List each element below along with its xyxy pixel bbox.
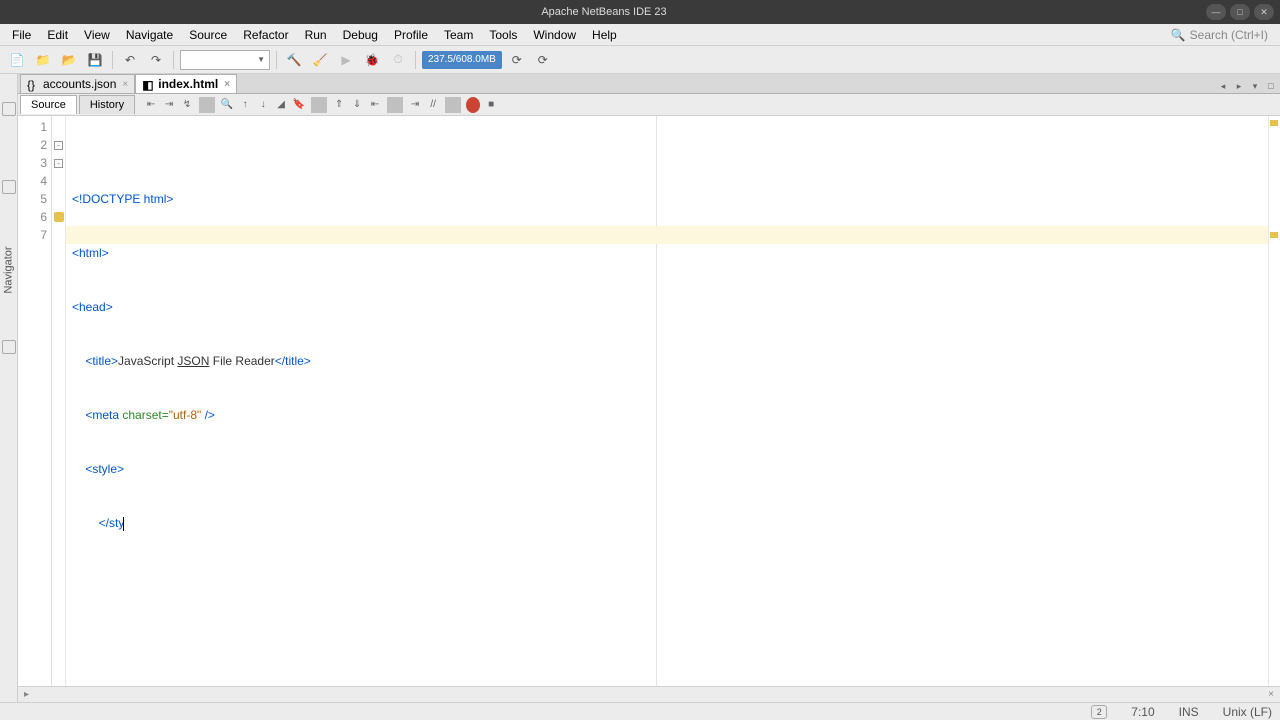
- code-content[interactable]: <!DOCTYPE html> <html> <head> <title>Jav…: [66, 116, 1268, 686]
- file-tab-index[interactable]: ◧ index.html ×: [135, 74, 237, 93]
- scroll-tabs-right-icon[interactable]: ▸: [1232, 79, 1246, 93]
- menu-help[interactable]: Help: [584, 25, 625, 45]
- clean-build-button[interactable]: 🧹: [309, 49, 331, 71]
- pause-indexing-button[interactable]: ⟳: [506, 49, 528, 71]
- search-box[interactable]: 🔍 Search (Ctrl+I): [1163, 28, 1276, 42]
- current-line-highlight: [66, 226, 1268, 244]
- menu-view[interactable]: View: [76, 25, 118, 45]
- breadcrumb-close-icon[interactable]: ×: [1268, 689, 1274, 700]
- projects-tab-icon[interactable]: [2, 102, 16, 116]
- last-edit-icon[interactable]: ↯: [179, 97, 195, 113]
- main-area: Navigator {} accounts.json × ◧ index.htm…: [0, 74, 1280, 702]
- shift-right-icon[interactable]: ⇥: [407, 97, 423, 113]
- file-tab-label: index.html: [158, 77, 218, 91]
- statusbar: 2 7:10 INS Unix (LF): [0, 702, 1280, 720]
- memory-indicator[interactable]: 237.5/608.0MB: [422, 51, 502, 69]
- json-file-icon: {}: [27, 78, 39, 90]
- close-button[interactable]: ✕: [1254, 4, 1274, 20]
- maximize-editor-icon[interactable]: □: [1264, 79, 1278, 93]
- toggle-bookmark-icon[interactable]: 🔖: [291, 97, 307, 113]
- menu-edit[interactable]: Edit: [39, 25, 76, 45]
- cursor-position: 7:10: [1131, 705, 1154, 719]
- warning-gutter-icon[interactable]: [54, 212, 64, 222]
- menu-file[interactable]: File: [4, 25, 39, 45]
- comment-icon[interactable]: //: [425, 97, 441, 113]
- fold-icon[interactable]: -: [54, 141, 63, 150]
- macro-record-icon[interactable]: [465, 97, 481, 113]
- new-project-button[interactable]: 📁: [32, 49, 54, 71]
- breadcrumb-expand-icon[interactable]: ▸: [24, 689, 29, 700]
- menu-navigate[interactable]: Navigate: [118, 25, 181, 45]
- tab-list-icon[interactable]: ▾: [1248, 79, 1262, 93]
- menu-tools[interactable]: Tools: [481, 25, 525, 45]
- warning-mark[interactable]: [1270, 232, 1278, 238]
- navigator-tab[interactable]: Navigator: [3, 246, 15, 293]
- menu-run[interactable]: Run: [297, 25, 335, 45]
- find-selection-icon[interactable]: 🔍: [219, 97, 235, 113]
- search-icon: 🔍: [1171, 28, 1186, 42]
- menubar: File Edit View Navigate Source Refactor …: [0, 24, 1280, 46]
- menu-debug[interactable]: Debug: [335, 25, 386, 45]
- profile-button[interactable]: ⏱: [387, 49, 409, 71]
- menu-team[interactable]: Team: [436, 25, 481, 45]
- html-file-icon: ◧: [142, 78, 154, 90]
- menu-profile[interactable]: Profile: [386, 25, 436, 45]
- file-tabs: {} accounts.json × ◧ index.html × ◂ ▸ ▾ …: [18, 74, 1280, 94]
- titlebar: Apache NetBeans IDE 23 — □ ✕: [0, 0, 1280, 24]
- debug-button[interactable]: 🐞: [361, 49, 383, 71]
- breadcrumb-bar: ▸ ×: [18, 686, 1280, 702]
- history-tab[interactable]: History: [79, 95, 135, 114]
- menu-window[interactable]: Window: [525, 25, 584, 45]
- file-tab-accounts[interactable]: {} accounts.json ×: [20, 74, 135, 93]
- insert-mode[interactable]: INS: [1179, 705, 1199, 719]
- file-tab-label: accounts.json: [43, 77, 116, 91]
- run-button[interactable]: ▶: [335, 49, 357, 71]
- close-tab-icon[interactable]: ×: [224, 79, 230, 90]
- text-caret: [123, 517, 124, 531]
- new-file-button[interactable]: 📄: [6, 49, 28, 71]
- nav-back-icon[interactable]: ⇤: [143, 97, 159, 113]
- find-prev-icon[interactable]: ↑: [237, 97, 253, 113]
- editor-area: {} accounts.json × ◧ index.html × ◂ ▸ ▾ …: [18, 74, 1280, 702]
- warning-mark[interactable]: [1270, 120, 1278, 126]
- open-button[interactable]: 📂: [58, 49, 80, 71]
- left-sidebar: Navigator: [0, 74, 18, 702]
- services-tab-icon[interactable]: [2, 180, 16, 194]
- line-ending[interactable]: Unix (LF): [1223, 705, 1272, 719]
- save-all-button[interactable]: 💾: [84, 49, 106, 71]
- profiler-snapshot-button[interactable]: ⟳: [532, 49, 554, 71]
- find-next-icon[interactable]: ↓: [255, 97, 271, 113]
- error-stripe[interactable]: [1268, 116, 1280, 686]
- menu-refactor[interactable]: Refactor: [235, 25, 296, 45]
- source-tab[interactable]: Source: [20, 95, 77, 114]
- next-bookmark-icon[interactable]: ⇓: [349, 97, 365, 113]
- fold-gutter: - -: [52, 116, 66, 686]
- undo-button[interactable]: ↶: [119, 49, 141, 71]
- window-title: Apache NetBeans IDE 23: [6, 6, 1202, 18]
- navigator-tab-icon[interactable]: [2, 340, 16, 354]
- editor-subtoolbar: Source History ⇤ ⇥ ↯ 🔍 ↑ ↓ ◢ 🔖 ⇑ ⇓ ⇤ ⇥ /…: [18, 94, 1280, 116]
- code-editor[interactable]: 1 2 3 4 5 6 7 - - <!DOCTYPE html>: [18, 116, 1280, 686]
- maximize-button[interactable]: □: [1230, 4, 1250, 20]
- minimize-button[interactable]: —: [1206, 4, 1226, 20]
- shift-left-icon[interactable]: ⇤: [367, 97, 383, 113]
- fold-icon[interactable]: -: [54, 159, 63, 168]
- menu-source[interactable]: Source: [181, 25, 235, 45]
- toggle-highlight-icon[interactable]: ◢: [273, 97, 289, 113]
- line-number-gutter: 1 2 3 4 5 6 7: [18, 116, 52, 686]
- nav-forward-icon[interactable]: ⇥: [161, 97, 177, 113]
- macro-stop-icon[interactable]: ■: [483, 97, 499, 113]
- prev-bookmark-icon[interactable]: ⇑: [331, 97, 347, 113]
- config-combo[interactable]: ▼: [180, 50, 270, 70]
- notifications-badge[interactable]: 2: [1091, 705, 1107, 719]
- redo-button[interactable]: ↷: [145, 49, 167, 71]
- scroll-tabs-left-icon[interactable]: ◂: [1216, 79, 1230, 93]
- toolbar: 📄 📁 📂 💾 ↶ ↷ ▼ 🔨 🧹 ▶ 🐞 ⏱ 237.5/608.0MB ⟳ …: [0, 46, 1280, 74]
- search-placeholder: Search (Ctrl+I): [1190, 28, 1268, 42]
- build-button[interactable]: 🔨: [283, 49, 305, 71]
- close-tab-icon[interactable]: ×: [122, 79, 128, 90]
